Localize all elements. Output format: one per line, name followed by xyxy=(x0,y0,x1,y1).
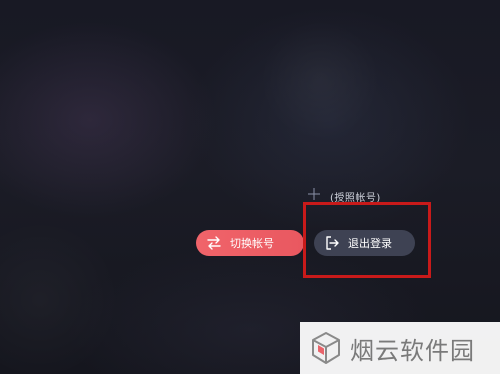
highlight-annotation-box xyxy=(303,202,431,278)
cube-logo-icon xyxy=(312,332,340,364)
tv-screen: (授照帐号) 切换帐号 退出登录 烟云软件园 xyxy=(0,0,500,374)
swap-arrows-icon xyxy=(206,235,222,251)
switch-account-button[interactable]: 切换帐号 xyxy=(196,230,304,256)
switch-account-label: 切换帐号 xyxy=(230,237,274,250)
crosshair-icon xyxy=(308,188,320,200)
watermark-text: 烟云软件园 xyxy=(350,336,475,365)
watermark: 烟云软件园 xyxy=(300,322,500,374)
background-blur xyxy=(0,0,500,374)
